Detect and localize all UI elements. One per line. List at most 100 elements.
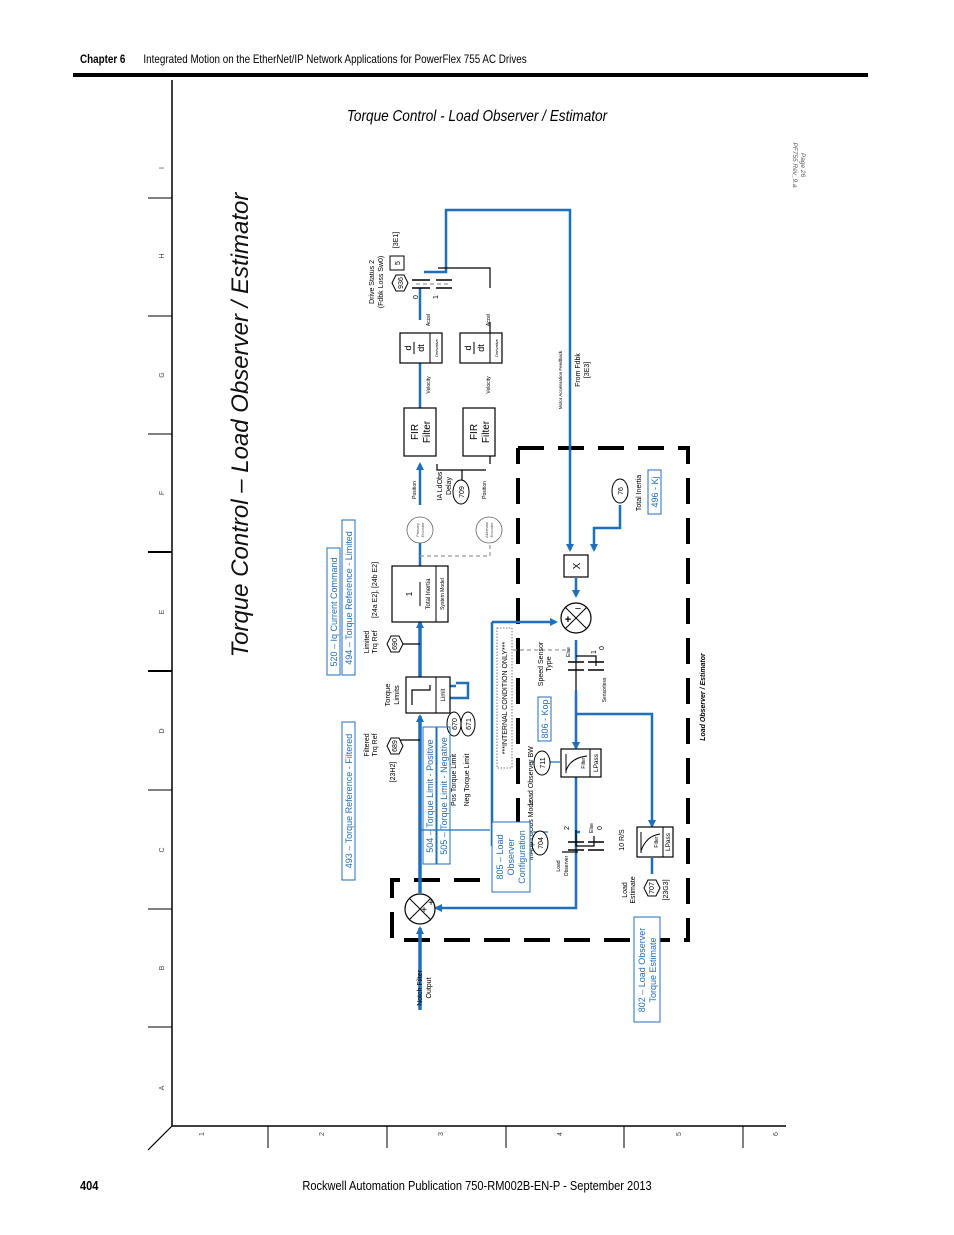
param-709: 709 <box>459 486 466 498</box>
svg-text:System Model: System Model <box>440 578 446 610</box>
internal-condition-note: ***INTERNAL CONDITION ONLY*** <box>502 642 509 755</box>
svg-text:Derivative: Derivative <box>494 338 499 357</box>
svg-text:[23H2]: [23H2] <box>390 762 397 783</box>
param-671: 671 <box>466 718 473 730</box>
grid-row-label: C <box>159 847 166 852</box>
svg-text:Filter: Filter <box>581 757 587 768</box>
grid-row-label: B <box>159 965 166 970</box>
svg-text:d: d <box>403 345 413 350</box>
svg-text:Trq Ref: Trq Ref <box>372 630 379 653</box>
torque-limits-block: Limit Torque Limits <box>383 676 451 714</box>
svg-text:Load: Load <box>556 860 562 871</box>
param-711: 711 <box>540 757 547 768</box>
page-ref-label: Page 26 <box>799 153 806 178</box>
svg-text:Neg Torque Limit: Neg Torque Limit <box>464 754 471 807</box>
svg-text:0: 0 <box>413 295 420 299</box>
svg-text:Velocity: Velocity <box>426 376 432 394</box>
svg-text:Else: Else <box>589 823 595 833</box>
svg-text:10 R/S: 10 R/S <box>619 829 626 851</box>
svg-text:Delay: Delay <box>446 477 453 495</box>
tag-504: 504 – Torque Limit - Positive <box>425 739 435 852</box>
grid-col-label: 5 <box>676 1132 683 1136</box>
svg-text:LPass: LPass <box>593 753 600 772</box>
grid-row-label: H <box>159 253 166 258</box>
svg-text:FIR: FIR <box>469 424 480 440</box>
grid-row-label: F <box>159 491 166 495</box>
param-707: 707 <box>649 882 656 894</box>
svg-text:(Fdbk Loss Sw0): (Fdbk Loss Sw0) <box>378 256 385 309</box>
svg-text:[3E3]: [3E3] <box>584 362 591 378</box>
svg-text:Filtered: Filtered <box>364 733 371 756</box>
alternate-encoder: Alternate Encoder <box>475 516 503 544</box>
svg-text:FIR: FIR <box>410 424 421 440</box>
svg-text:+: + <box>428 898 434 909</box>
svg-text:Encoder: Encoder <box>420 522 425 538</box>
svg-text:Load: Load <box>622 882 629 898</box>
svg-text:Notch Filter: Notch Filter <box>417 969 424 1005</box>
grid-row-label: I <box>159 167 166 169</box>
param-670: 670 <box>452 718 459 730</box>
svg-text:Type: Type <box>546 656 553 671</box>
grid-row-label: D <box>159 728 166 733</box>
param-690: 690 <box>392 638 399 650</box>
svg-text:Sensorless: Sensorless <box>602 677 608 702</box>
svg-text:Limits: Limits <box>392 685 401 705</box>
svg-text:Accel: Accel <box>486 314 492 326</box>
svg-text:Filter: Filter <box>422 420 433 443</box>
svg-text:1: 1 <box>433 295 440 299</box>
svg-text:Total Inertia: Total Inertia <box>636 475 643 511</box>
svg-text:Pos Torque Limit: Pos Torque Limit <box>451 754 458 806</box>
svg-text:Trq Ref: Trq Ref <box>372 733 379 756</box>
diagram-title: Torque Control – Load Observer / Estimat… <box>227 192 254 658</box>
low-pass-filter-kop: Filter LPass <box>560 748 602 778</box>
svg-text:1: 1 <box>591 650 598 654</box>
svg-text:Load Observer BW: Load Observer BW <box>528 746 535 806</box>
grid-col-label: 2 <box>319 1132 326 1136</box>
grid-row-label: E <box>159 609 166 614</box>
svg-text:[24a E2], [24b E2]: [24a E2], [24b E2] <box>372 562 379 618</box>
svg-text:LPass: LPass <box>665 832 672 851</box>
svg-text:Accel: Accel <box>426 314 432 326</box>
grid-row-label: G <box>159 372 166 377</box>
svg-text:2: 2 <box>564 826 571 830</box>
tag-494: 494 – Torque Reference - Limited <box>344 531 354 664</box>
param-689: 689 <box>392 740 399 752</box>
grid-col-label: 1 <box>199 1132 206 1136</box>
param-5: 5 <box>395 261 402 265</box>
svg-text:−: − <box>575 603 581 615</box>
svg-text:dt: dt <box>476 344 486 352</box>
derivative-block-primary: d dt Derivative <box>399 332 443 364</box>
grid-row-label: A <box>159 1085 166 1090</box>
summing-junction-main: + + <box>404 893 436 925</box>
svg-text:Observer: Observer <box>564 855 570 876</box>
svg-text:Velocity: Velocity <box>486 376 492 394</box>
svg-text:X: X <box>572 562 583 569</box>
multiplier-block: X <box>563 554 589 578</box>
grid-col-label: 3 <box>438 1132 445 1136</box>
fir-filter-alternate: FIR Filter <box>462 407 496 457</box>
param-76: 76 <box>618 487 625 495</box>
svg-text:Limit: Limit <box>441 688 447 701</box>
param-936: 936 <box>398 277 405 289</box>
svg-text:From Fdbk: From Fdbk <box>575 353 582 387</box>
svg-text:0: 0 <box>597 826 604 830</box>
svg-text:Encoder: Encoder <box>489 522 494 538</box>
svg-text:Torque Estimate: Torque Estimate <box>648 937 658 1002</box>
svg-text:Filter: Filter <box>654 836 660 847</box>
system-model-block: 1 Total Inertia System Model <box>391 565 449 623</box>
svg-text:Limited: Limited <box>364 631 371 654</box>
svg-text:Else: Else <box>566 647 572 657</box>
grid-col-label: 4 <box>557 1132 564 1136</box>
svg-text:1: 1 <box>405 591 414 596</box>
svg-text:Drive Status 2: Drive Status 2 <box>369 260 376 304</box>
svg-text:0: 0 <box>599 646 606 650</box>
svg-text:Observer: Observer <box>506 838 516 875</box>
low-pass-filter-estimate: Filter LPass <box>636 826 674 858</box>
svg-text:Total Inertia: Total Inertia <box>426 578 432 610</box>
region-label: Load Observer / Estimator <box>700 652 707 741</box>
svg-text:Torque: Torque <box>383 684 392 707</box>
svg-text:[23G3]: [23G3] <box>663 879 670 900</box>
fir-filter-primary: FIR Filter <box>403 407 437 457</box>
grid-col-label: 6 <box>773 1132 780 1136</box>
tag-505: 505 – Torque Limit - Negative <box>439 737 449 854</box>
